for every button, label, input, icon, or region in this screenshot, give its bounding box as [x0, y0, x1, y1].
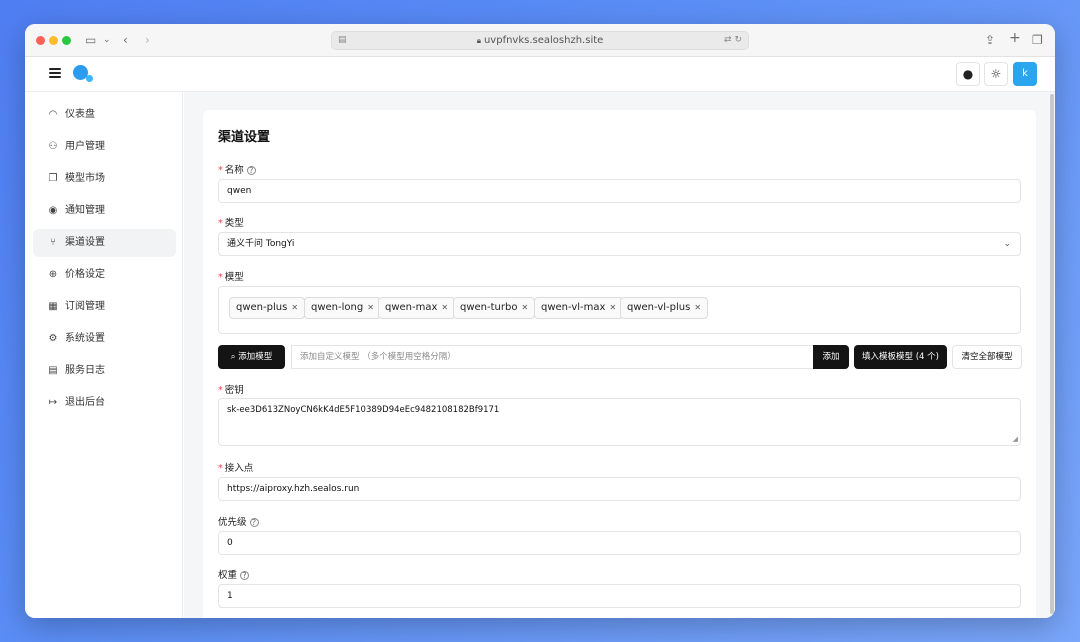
copy-icon: ❐	[48, 173, 58, 184]
chevron-down-icon[interactable]: ⌄	[103, 32, 111, 48]
key-value: sk-ee3D613ZNoyCN6kK4dE5F10389D94eEc94821…	[227, 405, 500, 415]
endpoint-label: * 接入点	[218, 463, 254, 474]
share-icon[interactable]: ⇪	[985, 32, 995, 48]
key-textarea[interactable]: sk-ee3D613ZNoyCN6kK4dE5F10389D94eEc94821…	[218, 398, 1021, 446]
gear-icon: ⚙	[48, 333, 58, 344]
help-icon[interactable]: ?	[246, 166, 256, 175]
sidebar-item-channels[interactable]: ⑂ 渠道设置	[33, 229, 176, 257]
sidebar-item-label: 价格设定	[65, 269, 105, 280]
resize-handle-icon[interactable]: ◢	[1013, 435, 1018, 443]
git-branch-icon: ⑂	[50, 237, 56, 248]
browser-toolbar: ▭ ⌄ ‹ › ▤ 🔒︎ uvpfnvks.sealoshzh.site ⇄ ↻ …	[25, 24, 1055, 57]
logout-icon: ↦	[48, 397, 58, 408]
sidebar-item-label: 退出后台	[65, 397, 105, 408]
name-label: * 名称?	[218, 162, 256, 176]
close-icon[interactable]: ✕	[521, 303, 528, 312]
back-icon[interactable]: ‹	[123, 32, 128, 48]
sidebar-item-label: 订阅管理	[65, 301, 105, 312]
sidebar-item-label: 服务日志	[65, 365, 105, 376]
sidebar-item-label: 渠道设置	[65, 237, 105, 248]
users-icon: ⚇	[48, 141, 58, 152]
close-icon[interactable]: ✕	[441, 303, 448, 312]
page-title: 渠道设置	[218, 130, 271, 145]
help-icon[interactable]: ?	[249, 518, 259, 527]
browser-window: ▭ ⌄ ‹ › ▤ 🔒︎ uvpfnvks.sealoshzh.site ⇄ ↻ …	[25, 24, 1055, 618]
type-select-value: 通义千问 TongYi	[227, 239, 295, 249]
weight-field[interactable]: 1	[218, 584, 1021, 608]
sidebar-item-subscriptions[interactable]: ▦ 订阅管理	[33, 293, 176, 321]
endpoint-field[interactable]: https://aiproxy.hzh.sealos.run	[218, 477, 1021, 501]
type-select[interactable]: 通义千问 TongYi ⌄	[218, 232, 1021, 256]
model-tag: qwen-vl-max ✕	[534, 297, 624, 319]
sidebar-item-logout[interactable]: ↦ 退出后台	[33, 389, 176, 417]
models-label: * 模型	[218, 272, 244, 283]
sidebar-item-dashboard[interactable]: ◠ 仪表盘	[33, 101, 176, 129]
lock-icon: 🔒︎	[476, 36, 481, 45]
maximize-window-button[interactable]	[62, 36, 71, 45]
fill-template-models-button[interactable]: 填入模板模型 (4 个)	[854, 345, 947, 369]
close-icon[interactable]: ✕	[694, 303, 701, 312]
type-label: * 类型	[218, 218, 244, 229]
priority-label: 优先级?	[218, 514, 259, 528]
clear-all-models-button[interactable]: 清空全部模型	[952, 345, 1022, 369]
sidebar-item-label: 仪表盘	[65, 109, 95, 120]
radio-icon: ◉	[48, 205, 58, 216]
new-tab-icon[interactable]: +	[1009, 30, 1021, 46]
close-icon[interactable]: ✕	[609, 303, 616, 312]
model-tag: qwen-vl-plus ✕	[620, 297, 709, 319]
sidebar-item-pricing[interactable]: ⊕ 价格设定	[33, 261, 176, 289]
sidebar-item-logs[interactable]: ▤ 服务日志	[33, 357, 176, 385]
sidebar-item-label: 模型市场	[65, 173, 105, 184]
channel-form-card: 渠道设置 * 名称? qwen * 类型 通义千问 TongYi ⌄ * 模型 qwen…	[203, 110, 1036, 618]
file-log-icon: ▤	[48, 365, 58, 376]
close-icon[interactable]: ✕	[291, 303, 298, 312]
help-icon[interactable]: ?	[240, 571, 250, 580]
model-tag: qwen-turbo ✕	[453, 297, 536, 319]
translate-reload-icon[interactable]: ⇄ ↻	[724, 32, 742, 49]
custom-model-input[interactable]: 添加自定义模型 （多个模型用空格分隔）	[291, 345, 813, 369]
logo	[73, 65, 97, 85]
search-icon: ⌕	[230, 352, 236, 362]
model-tag: qwen-max ✕	[378, 297, 456, 319]
add-model-button[interactable]: ⌕ 添加模型	[218, 345, 285, 369]
forward-icon[interactable]: ›	[145, 32, 150, 48]
priority-field[interactable]: 0	[218, 531, 1021, 555]
app-header: ● ☼ k	[25, 57, 1055, 92]
sidebar-toggle-icon[interactable]: ▭	[85, 32, 96, 48]
close-icon[interactable]: ✕	[367, 303, 374, 312]
sidebar-item-users[interactable]: ⚇ 用户管理	[33, 133, 176, 161]
page-menu-icon[interactable]: ▤	[338, 32, 347, 49]
github-icon[interactable]: ●	[956, 62, 980, 86]
scrollbar[interactable]	[1050, 94, 1054, 614]
sidebar-item-notifications[interactable]: ◉ 通知管理	[33, 197, 176, 225]
sidebar-item-settings[interactable]: ⚙ 系统设置	[33, 325, 176, 353]
url-text: uvpfnvks.sealoshzh.site	[483, 35, 604, 46]
address-bar[interactable]: ▤ 🔒︎ uvpfnvks.sealoshzh.site ⇄ ↻	[331, 31, 749, 50]
add-button[interactable]: 添加	[813, 345, 849, 369]
chevron-down-icon: ⌄	[1003, 239, 1011, 249]
weight-label: 权重?	[218, 567, 250, 581]
calendar-icon: ▦	[48, 301, 58, 312]
menu-icon[interactable]	[49, 68, 61, 78]
theme-toggle-icon[interactable]: ☼	[984, 62, 1008, 86]
model-tag: qwen-plus ✕	[229, 297, 306, 319]
model-tag: qwen-long ✕	[304, 297, 381, 319]
coins-icon: ⊕	[48, 269, 58, 280]
main-content: 渠道设置 * 名称? qwen * 类型 通义千问 TongYi ⌄ * 模型 qwen…	[184, 92, 1055, 618]
sidebar-item-label: 系统设置	[65, 333, 105, 344]
avatar[interactable]: k	[1013, 62, 1037, 86]
gauge-icon: ◠	[48, 109, 58, 120]
key-label: * 密钥	[218, 385, 244, 396]
models-tag-box[interactable]: qwen-plus ✕ qwen-long ✕ qwen-max ✕ qwen-tur…	[218, 286, 1021, 334]
name-field[interactable]: qwen	[218, 179, 1021, 203]
sidebar-item-label: 用户管理	[65, 141, 105, 152]
close-window-button[interactable]	[36, 36, 45, 45]
sidebar: ◠ 仪表盘 ⚇ 用户管理 ❐ 模型市场 ◉ 通知管理 ⑂ 渠道设置 ⊕ 价格设定 ▦ 订阅管理…	[25, 92, 183, 618]
sidebar-item-label: 通知管理	[65, 205, 105, 216]
minimize-window-button[interactable]	[49, 36, 58, 45]
tab-overview-icon[interactable]: ❐	[1032, 32, 1043, 48]
sidebar-item-model-market[interactable]: ❐ 模型市场	[33, 165, 176, 193]
